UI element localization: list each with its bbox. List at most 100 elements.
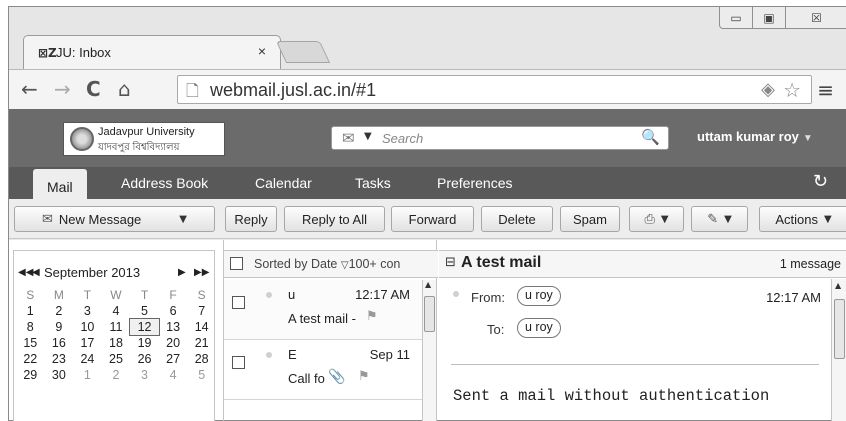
calendar-day[interactable]: 26 — [130, 351, 159, 367]
envelope-icon[interactable]: ✉ — [342, 129, 355, 147]
calendar-day[interactable]: 16 — [45, 335, 74, 351]
calendar-day[interactable]: 14 — [187, 319, 216, 335]
calendar-day[interactable]: 23 — [45, 351, 74, 367]
tab-preferences[interactable]: Preferences — [437, 175, 512, 191]
calendar-day[interactable]: 2 — [45, 303, 74, 319]
new-tab-button[interactable] — [275, 41, 331, 63]
from-contact-pill[interactable]: u roy — [517, 286, 561, 306]
tab-calendar[interactable]: Calendar — [255, 175, 312, 191]
scrollbar-thumb[interactable] — [834, 299, 845, 359]
bookmark-star-icon[interactable]: ☆ — [783, 78, 801, 102]
calendar-day[interactable]: 3 — [73, 303, 102, 319]
calendar-day[interactable]: 8 — [16, 319, 45, 335]
message-list-scrollbar[interactable]: ▲ — [422, 280, 436, 421]
calendar-day-other-month[interactable]: 1 — [73, 367, 102, 383]
list-item[interactable]: u 12:17 AM A test mail - ⚑ — [224, 280, 424, 340]
message-checkbox[interactable] — [232, 356, 245, 369]
sort-label[interactable]: Sorted by Date ▽100+ con — [254, 257, 400, 271]
app-header: Jadavpur University যাদবপুর বিশ্ববিদ্যাল… — [9, 109, 846, 167]
search-input[interactable]: ✉ ▼ Search 🔍 — [331, 126, 669, 150]
calendar-day[interactable]: 11 — [102, 319, 131, 335]
tag-button[interactable]: ✎ ▼ — [691, 206, 748, 232]
close-window-button[interactable]: ☒ — [785, 7, 846, 29]
calendar-day[interactable]: 25 — [102, 351, 131, 367]
scroll-up-icon[interactable]: ▲ — [835, 281, 841, 290]
next-year-icon[interactable]: ▶▶ — [194, 267, 209, 278]
refresh-icon[interactable]: ↻ — [813, 171, 828, 192]
minimize-button[interactable]: ▭ — [719, 7, 753, 29]
flag-icon[interactable]: ⚑ — [366, 309, 378, 324]
browser-menu-icon[interactable]: ≡ — [817, 78, 834, 102]
calendar-day-other-month[interactable]: 2 — [102, 367, 131, 383]
tab-mail[interactable]: Mail — [33, 169, 87, 199]
university-logo[interactable]: Jadavpur University যাদবপুর বিশ্ববিদ্যাল… — [63, 122, 225, 156]
forward-arrow-icon[interactable]: → — [54, 78, 71, 100]
calendar-day[interactable]: 20 — [159, 335, 188, 351]
user-menu[interactable]: uttam kumar roy ▼ — [697, 129, 813, 144]
calendar-day[interactable]: 19 — [130, 335, 159, 351]
tag-icon: ✎ — [707, 211, 719, 227]
calendar-day[interactable]: 21 — [187, 335, 216, 351]
calendar-day[interactable]: 30 — [45, 367, 74, 383]
list-item[interactable]: E Sep 11 Call fo 📎 ⚑ — [224, 340, 424, 400]
unread-dot-icon[interactable] — [266, 292, 272, 298]
calendar-day[interactable]: 6 — [159, 303, 188, 319]
calendar-day[interactable]: 10 — [73, 319, 102, 335]
next-month-icon[interactable]: ▶ — [178, 267, 186, 278]
reply-all-button[interactable]: Reply to All — [284, 206, 385, 232]
prev-month-icon[interactable]: ◀ — [32, 267, 40, 278]
scroll-up-icon[interactable]: ▲ — [425, 280, 431, 289]
scrollbar-thumb[interactable] — [424, 296, 435, 332]
calendar-day-other-month[interactable]: 3 — [130, 367, 159, 383]
message-sender: E — [288, 347, 297, 362]
tab-tasks[interactable]: Tasks — [355, 175, 391, 191]
calendar-day-today[interactable]: 12 — [129, 318, 160, 336]
calendar-day[interactable]: 15 — [16, 335, 45, 351]
chevron-down-icon[interactable]: ▼ — [179, 214, 187, 225]
print-button[interactable]: ⎙ ▼ — [629, 206, 684, 232]
calendar-day[interactable]: 18 — [102, 335, 131, 351]
calendar-day[interactable]: 27 — [159, 351, 188, 367]
university-seal-icon — [70, 127, 94, 151]
search-icon[interactable]: 🔍 — [641, 128, 660, 146]
calendar-day[interactable]: 22 — [16, 351, 45, 367]
calendar-day[interactable]: 13 — [159, 319, 188, 335]
message-checkbox[interactable] — [232, 296, 245, 309]
calendar-day[interactable]: 1 — [16, 303, 45, 319]
calendar-day[interactable]: 17 — [73, 335, 102, 351]
weekday-label: T — [140, 288, 149, 302]
calendar-day[interactable]: 9 — [45, 319, 74, 335]
select-all-checkbox[interactable] — [230, 257, 243, 270]
forward-button[interactable]: Forward — [391, 206, 474, 232]
spam-button[interactable]: Spam — [560, 206, 620, 232]
browser-tab[interactable]: ⊠Z JU: Inbox × — [23, 35, 281, 71]
address-bar[interactable]: 🗋 webmail.jusl.ac.in/#1 ◈ ☆ — [177, 75, 812, 104]
home-icon[interactable]: ⌂ — [118, 78, 131, 100]
calendar-day[interactable]: 28 — [187, 351, 216, 367]
maximize-button[interactable]: ▣ — [752, 7, 786, 29]
new-message-button[interactable]: ✉ New Message ▼ — [14, 206, 215, 232]
to-contact-pill[interactable]: u roy — [517, 318, 561, 338]
reply-button[interactable]: Reply — [225, 206, 277, 232]
actions-button[interactable]: Actions ▼ — [759, 206, 846, 232]
chevron-down-icon[interactable]: ▼ — [364, 131, 372, 142]
calendar-day[interactable]: 24 — [73, 351, 102, 367]
tab-close-icon[interactable]: × — [258, 43, 266, 59]
calendar-day[interactable]: 4 — [102, 303, 131, 319]
collapse-icon[interactable]: ⊟ — [445, 255, 456, 270]
reload-icon[interactable]: C — [86, 78, 101, 100]
calendar-day-other-month[interactable]: 4 — [159, 367, 188, 383]
unread-dot-icon[interactable] — [266, 352, 272, 358]
calendar-day[interactable]: 7 — [187, 303, 216, 319]
unread-dot-icon[interactable] — [453, 291, 459, 297]
flag-icon[interactable]: ⚑ — [358, 369, 370, 384]
extension-icon[interactable]: ◈ — [761, 79, 775, 100]
calendar-day[interactable]: 5 — [130, 303, 159, 319]
tab-address-book[interactable]: Address Book — [121, 175, 208, 191]
back-arrow-icon[interactable]: ← — [21, 78, 38, 100]
calendar-day[interactable]: 29 — [16, 367, 45, 383]
preview-scrollbar[interactable]: ▲ — [831, 279, 846, 421]
url-text[interactable]: webmail.jusl.ac.in/#1 — [210, 80, 376, 101]
delete-button[interactable]: Delete — [481, 206, 553, 232]
calendar-day-other-month[interactable]: 5 — [187, 367, 216, 383]
